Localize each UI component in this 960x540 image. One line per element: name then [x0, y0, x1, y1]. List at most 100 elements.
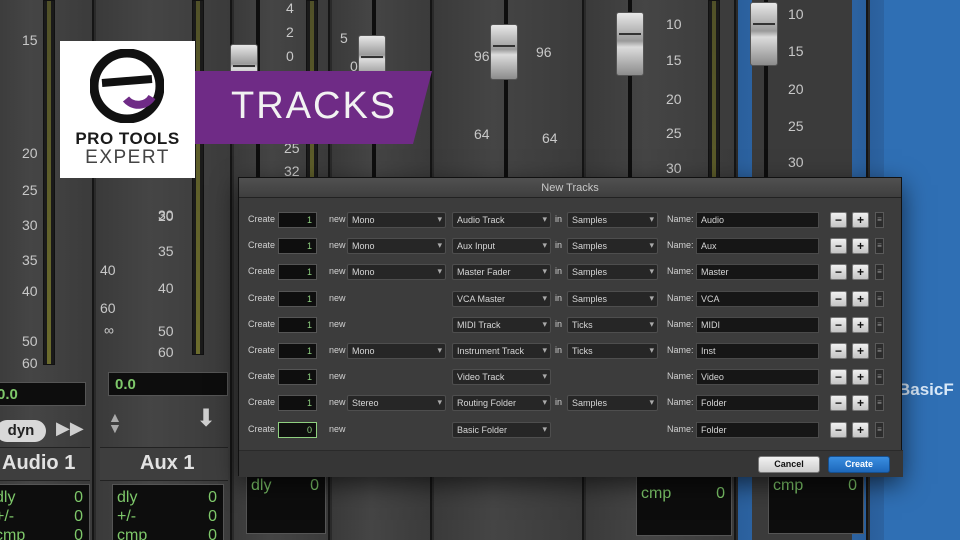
track-type-select[interactable]: MIDI Track	[452, 316, 551, 333]
track-type-select[interactable]: Instrument Track	[452, 343, 551, 359]
create-label: Create	[248, 266, 276, 277]
drag-handle-icon[interactable]: ≡	[875, 238, 884, 255]
new-track-row: Create1 new Video Track Name:Video−+ ≡	[239, 367, 903, 387]
drag-handle-icon[interactable]: ≡	[875, 395, 884, 412]
add-row-button[interactable]: +	[852, 343, 869, 359]
track-name-field[interactable]: MIDI	[696, 316, 819, 333]
add-row-button[interactable]: +	[852, 395, 869, 412]
track-count-field[interactable]: 1	[278, 212, 317, 228]
track-name-field[interactable]: Folder	[696, 395, 819, 412]
track-count-field[interactable]: 1	[278, 395, 317, 412]
track-name-field[interactable]: Master	[696, 264, 819, 281]
in-label: in	[555, 266, 563, 277]
timebase-select[interactable]: Samples	[567, 238, 658, 255]
add-row-button[interactable]: +	[852, 212, 869, 228]
volume-readout[interactable]: 0.0	[0, 382, 86, 406]
track-format-select[interactable]: Stereo	[347, 395, 446, 412]
track-count-field[interactable]: 0	[278, 421, 317, 438]
timebase-select[interactable]: Ticks	[567, 343, 658, 359]
track-count-field[interactable]: 1	[278, 290, 317, 307]
track-type-select[interactable]: Audio Track	[452, 212, 551, 228]
new-label: new	[329, 318, 346, 329]
volume-fader[interactable]	[490, 24, 518, 80]
drag-handle-icon[interactable]: ≡	[875, 369, 884, 386]
remove-row-button[interactable]: −	[830, 264, 847, 281]
track-type-select[interactable]: Routing Folder	[452, 395, 551, 412]
track-format-select[interactable]: Mono	[347, 238, 446, 255]
track-name[interactable]: Aux 1	[100, 447, 228, 481]
track-type-select[interactable]: Master Fader	[452, 264, 551, 281]
new-label: new	[329, 292, 346, 303]
cancel-button[interactable]: Cancel	[758, 456, 820, 473]
timebase-select[interactable]: Ticks	[567, 316, 658, 333]
track-type-select[interactable]: Basic Folder	[452, 421, 551, 438]
volume-readout[interactable]: 0.0	[108, 372, 228, 396]
remove-row-button[interactable]: −	[830, 316, 847, 333]
track-count-field[interactable]: 1	[278, 343, 317, 359]
drag-handle-icon[interactable]: ≡	[875, 343, 884, 359]
remove-row-button[interactable]: −	[830, 238, 847, 255]
name-label: Name:	[667, 292, 694, 303]
insert-display: dly 0 +/- 0 cmp 0	[0, 484, 90, 540]
drag-handle-icon[interactable]: ≡	[875, 316, 884, 333]
track-format-select[interactable]: Mono	[347, 212, 446, 228]
track-count-field[interactable]: 1	[278, 264, 317, 281]
add-row-button[interactable]: +	[852, 316, 869, 333]
track-count-field[interactable]: 1	[278, 369, 317, 386]
remove-row-button[interactable]: −	[830, 369, 847, 386]
timebase-select[interactable]: Samples	[567, 264, 658, 281]
drag-handle-icon[interactable]: ≡	[875, 212, 884, 228]
dynamic-transport-button[interactable]: dyn	[0, 420, 46, 442]
track-type-select[interactable]: Video Track	[452, 369, 551, 386]
down-arrow-icon[interactable]: ⬇	[196, 404, 216, 433]
drag-handle-icon[interactable]: ≡	[875, 290, 884, 307]
track-name-field[interactable]: Video	[696, 369, 819, 386]
insert-display: cmp 0	[636, 476, 732, 536]
volume-fader[interactable]	[750, 2, 778, 66]
track-name-field[interactable]: Folder	[696, 421, 819, 438]
new-track-row: Create1 newMono Instrument Track in Ticks Nam…	[239, 341, 903, 361]
add-row-button[interactable]: +	[852, 264, 869, 281]
track-format-select[interactable]: Mono	[347, 343, 446, 359]
remove-row-button[interactable]: −	[830, 395, 847, 412]
remove-row-button[interactable]: −	[830, 212, 847, 228]
in-label: in	[555, 214, 563, 224]
track-type-select[interactable]: VCA Master	[452, 290, 551, 307]
track-name[interactable]: Audio 1	[0, 447, 90, 481]
track-type-select[interactable]: Aux Input	[452, 238, 551, 255]
add-row-button[interactable]: +	[852, 369, 869, 386]
level-meter	[43, 0, 55, 365]
remove-row-button[interactable]: −	[830, 421, 847, 438]
timebase-select[interactable]: Samples	[567, 395, 658, 412]
scale-tick: ∞	[104, 322, 114, 338]
name-label: Name:	[667, 240, 694, 251]
timebase-select[interactable]: Samples	[567, 290, 658, 307]
insert-value: 0	[208, 508, 217, 525]
track-count-field[interactable]: 1	[278, 316, 317, 333]
add-row-button[interactable]: +	[852, 238, 869, 255]
remove-row-button[interactable]: −	[830, 343, 847, 359]
updown-arrow-icon[interactable]: ▲ ▼	[108, 410, 122, 435]
create-label: Create	[248, 240, 276, 251]
new-track-row: Create1 newStereo Routing Folder in Samples N…	[239, 393, 903, 413]
create-label: Create	[248, 371, 276, 382]
fast-forward-icon[interactable]: ▶▶	[56, 418, 84, 439]
new-track-row: Create1 new MIDI Track in Ticks Name:MIDI−+ ≡	[239, 315, 903, 335]
volume-fader[interactable]	[616, 12, 644, 76]
insert-label: dly	[0, 489, 16, 506]
track-name-field[interactable]: Inst	[696, 343, 819, 359]
drag-handle-icon[interactable]: ≡	[875, 421, 884, 438]
remove-row-button[interactable]: −	[830, 290, 847, 307]
track-name-field[interactable]: VCA	[696, 290, 819, 307]
new-label: new	[329, 266, 346, 277]
create-button[interactable]: Create	[828, 456, 890, 473]
track-format-select[interactable]: Mono	[347, 264, 446, 281]
add-row-button[interactable]: +	[852, 421, 869, 438]
track-count-field[interactable]: 1	[278, 238, 317, 255]
track-name-field[interactable]: Audio	[696, 212, 819, 228]
drag-handle-icon[interactable]: ≡	[875, 264, 884, 281]
timebase-select[interactable]: Samples	[567, 212, 658, 228]
track-name-partial[interactable]: BasicF	[898, 380, 954, 400]
add-row-button[interactable]: +	[852, 290, 869, 307]
track-name-field[interactable]: Aux	[696, 238, 819, 255]
